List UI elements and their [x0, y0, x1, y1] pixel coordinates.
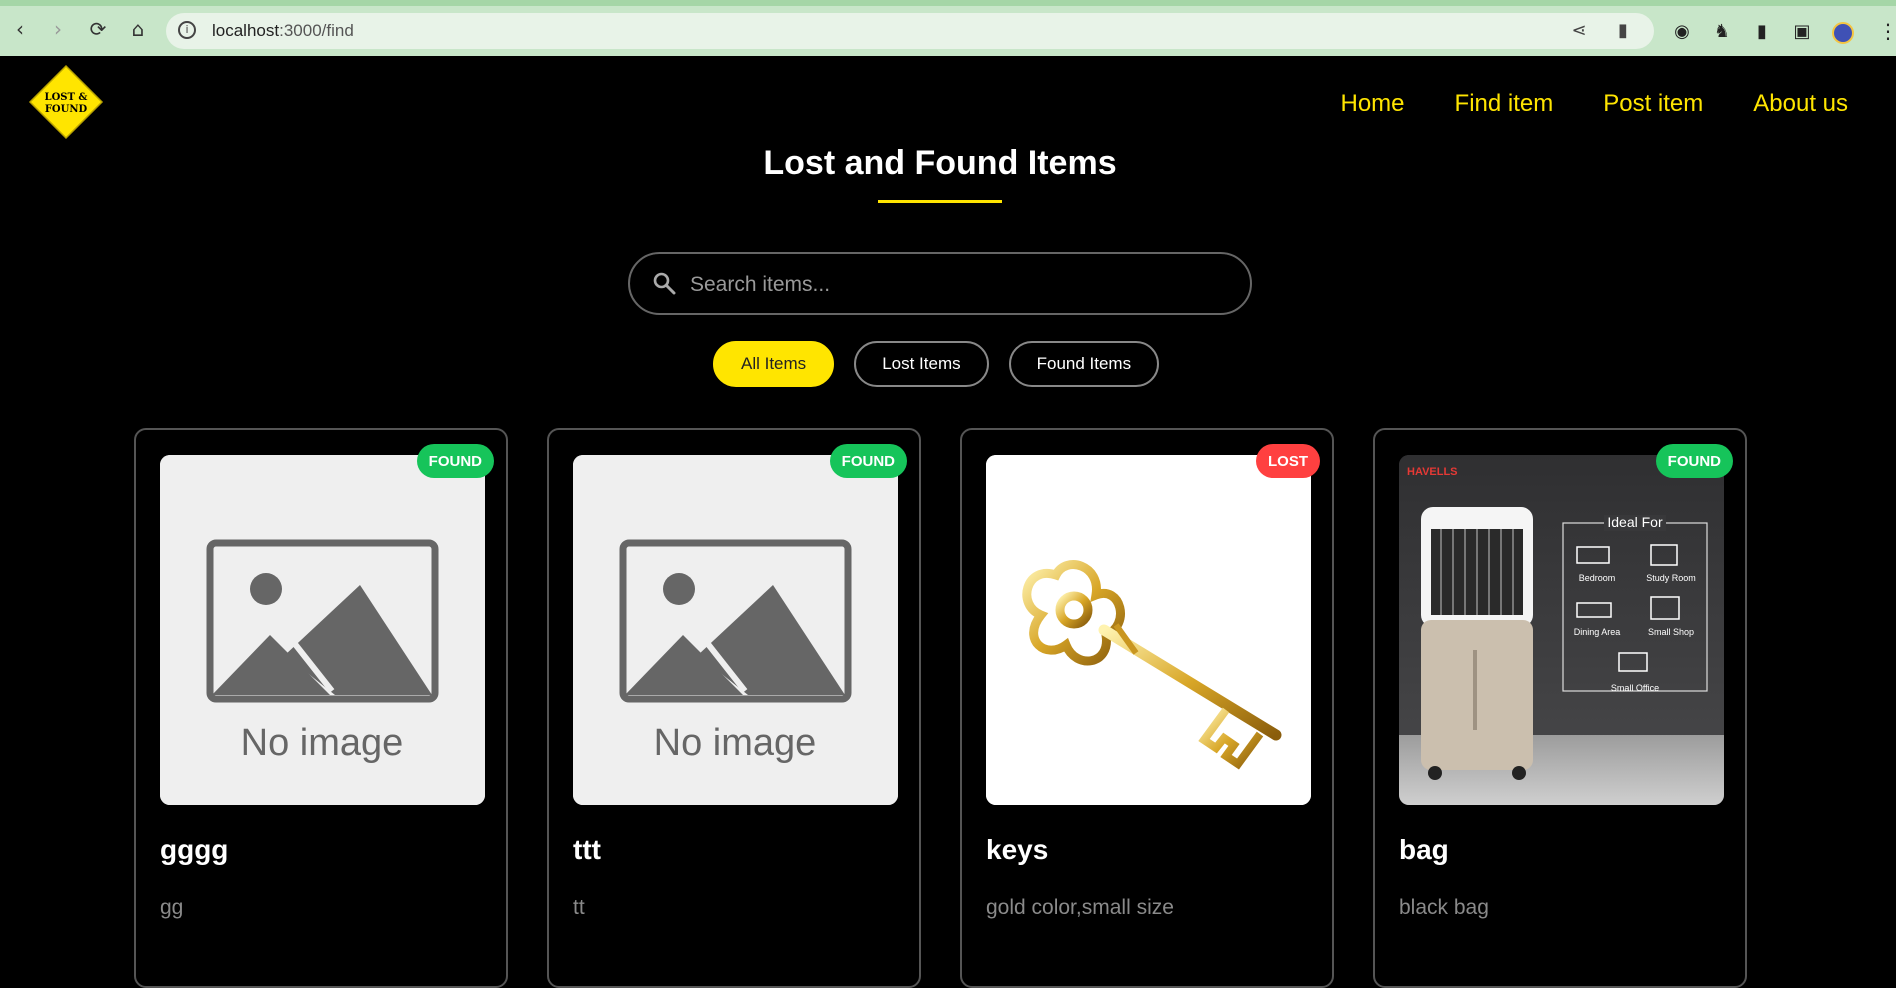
site-info-icon[interactable]: i — [178, 21, 196, 39]
nav-home[interactable]: Home — [1341, 90, 1405, 118]
svg-text:Study Room: Study Room — [1646, 573, 1696, 583]
reload-icon[interactable]: ⟳ — [84, 15, 112, 43]
menu-kebab-icon[interactable]: ⋮ — [1878, 20, 1896, 42]
profile-avatar[interactable] — [1832, 22, 1854, 44]
home-icon[interactable]: ⌂ — [124, 15, 152, 43]
title-underline — [878, 200, 1002, 203]
item-name: bag — [1399, 834, 1449, 865]
page-title: Lost and Found Items — [763, 144, 1117, 182]
browser-toolbar: ‹ › ⟳ ⌂ i localhost:3000/find ⋖ ▮ ◉ ♞ ▮ … — [0, 0, 1896, 56]
reading-list-icon[interactable]: ▮ — [1750, 20, 1774, 44]
status-badge: FOUND — [829, 444, 907, 478]
item-card[interactable]: LOST keys gold color,small size — [960, 428, 1334, 988]
filter-bar: All Items Lost Items Found Items — [713, 341, 1160, 387]
filter-lost-items[interactable]: Lost Items — [854, 341, 989, 387]
nav-post-item[interactable]: Post item — [1603, 90, 1703, 118]
svg-text:No image: No image — [241, 722, 404, 764]
nav-find-item[interactable]: Find item — [1455, 90, 1554, 118]
svg-text:LOST &: LOST & — [45, 92, 88, 103]
bookmark-icon[interactable]: ▮ — [1612, 20, 1634, 42]
status-badge: LOST — [1256, 444, 1320, 478]
address-url[interactable]: localhost:3000/find — [212, 21, 354, 41]
item-image-placeholder: No image — [573, 455, 898, 805]
svg-text:Ideal For: Ideal For — [1607, 514, 1663, 530]
svg-text:No image: No image — [654, 722, 817, 764]
item-description: gg — [160, 896, 184, 919]
search-icon — [653, 272, 676, 295]
item-image-keys — [986, 455, 1311, 805]
item-name: ttt — [573, 834, 601, 865]
item-card[interactable]: No image FOUND ttt tt — [547, 428, 921, 988]
item-image-placeholder: No image — [160, 455, 485, 805]
search-box[interactable] — [628, 252, 1252, 315]
item-name: keys — [986, 834, 1049, 865]
item-image-cooler: HAVELLS Ideal For Bedroom Study Room Din… — [1399, 455, 1724, 805]
item-description: tt — [573, 896, 585, 919]
address-bar[interactable]: i localhost:3000/find ⋖ ▮ — [166, 13, 1654, 49]
svg-text:FOUND: FOUND — [45, 104, 88, 115]
forward-icon[interactable]: › — [44, 15, 72, 43]
item-description: black bag — [1399, 896, 1489, 919]
filter-all-items[interactable]: All Items — [713, 341, 835, 387]
item-card[interactable]: No image FOUND gggg gg — [134, 428, 508, 988]
item-description: gold color,small size — [986, 896, 1174, 919]
side-panel-icon[interactable]: ▣ — [1790, 20, 1814, 44]
item-name: gggg — [160, 834, 229, 865]
status-badge: FOUND — [1655, 444, 1733, 478]
back-icon[interactable]: ‹ — [6, 15, 34, 43]
search-input[interactable] — [688, 262, 1232, 308]
nav-about-us[interactable]: About us — [1753, 90, 1848, 118]
svg-text:Small Office: Small Office — [1611, 683, 1659, 693]
page-content: LOST & FOUND Home Find item Post item Ab… — [0, 56, 1896, 988]
svg-text:Bedroom: Bedroom — [1579, 573, 1616, 583]
extension-shield-icon[interactable]: ◉ — [1670, 20, 1694, 44]
svg-text:Dining Area: Dining Area — [1574, 627, 1621, 637]
share-icon[interactable]: ⋖ — [1568, 20, 1590, 42]
lost-found-logo[interactable]: LOST & FOUND — [28, 64, 104, 140]
svg-text:Small Shop: Small Shop — [1648, 627, 1694, 637]
svg-text:HAVELLS: HAVELLS — [1407, 466, 1458, 478]
item-card[interactable]: HAVELLS Ideal For Bedroom Study Room Din… — [1373, 428, 1747, 988]
extension-incognito-icon[interactable]: ♞ — [1710, 20, 1734, 44]
filter-found-items[interactable]: Found Items — [1008, 341, 1160, 387]
main-nav: Home Find item Post item About us — [1341, 90, 1849, 118]
status-badge: FOUND — [416, 444, 494, 478]
